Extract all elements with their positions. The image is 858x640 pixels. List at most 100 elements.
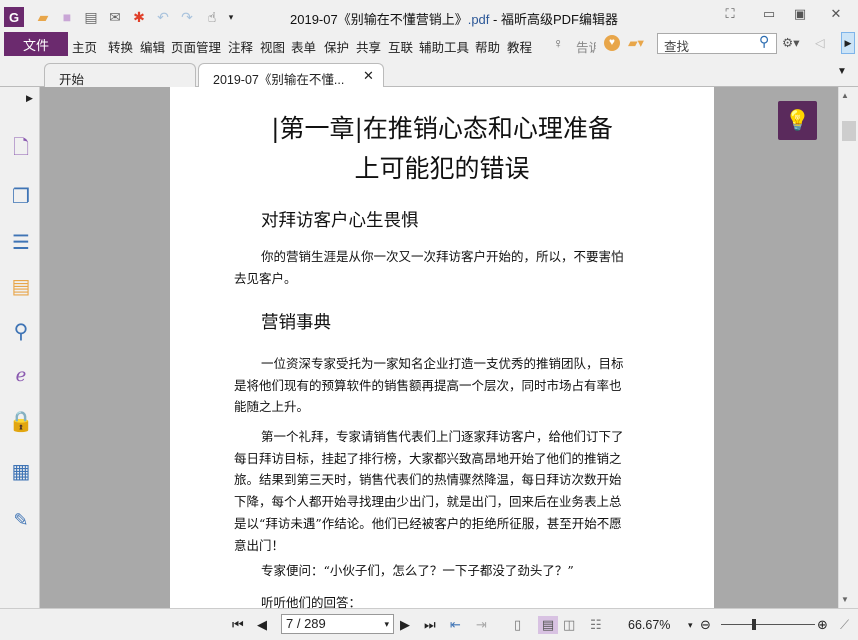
zoom-dropdown-icon[interactable]: ▾ [688,616,693,634]
tab-start[interactable]: 开始 [44,63,196,87]
section-heading: 对拜访客户心生畏惧 [261,211,419,231]
next-view-icon[interactable]: ⇥ [476,616,487,634]
zoom-level[interactable]: 66.67% [628,616,670,634]
restore-button[interactable]: ▣ [790,6,810,24]
menu-protect[interactable]: 保护 [324,37,349,56]
resize-grip-icon[interactable]: ⟋ [840,616,849,634]
zoom-out-icon[interactable]: ⊖ [700,616,711,634]
scrollbar-thumb[interactable] [842,121,856,141]
menu-view[interactable]: 视图 [260,37,285,56]
continuous-facing-icon[interactable]: ☷ [590,616,602,634]
window-title: 2019-07《别输在不懂营销上》.pdf - 福昕高级PDF编辑器 [290,9,618,28]
new-icon[interactable]: ✱ [130,8,148,26]
scroll-right-button[interactable]: ▶ [841,32,855,54]
facing-pages-icon[interactable]: ◫ [563,616,575,634]
vertical-scrollbar[interactable]: ▲ ▼ [838,87,858,608]
text-line: 你的营销生涯是从你一次又一次拜访客户开始的，所以，不要害怕 [261,249,624,264]
settings-icon[interactable]: ⚙▾ [782,35,799,50]
previous-page-icon[interactable]: ◀ [257,616,267,634]
title-filename: 2019-07《别输在不懂营销上》 [290,12,468,27]
chevron-down-icon[interactable]: ▾ [384,619,389,630]
section-heading: 营销事典 [261,313,331,333]
email-icon[interactable]: ✉ [106,8,124,26]
menu-accessibility[interactable]: 辅助工具 [419,37,469,56]
layers-icon[interactable]: ☰ [8,229,34,255]
paragraph-2: 一位资深专家受托为一家知名企业打造一支优秀的推销团队，目标 是将他们现有的预算软… [234,353,654,418]
menu-tutorial[interactable]: 教程 [507,37,532,56]
bookmark-icon[interactable]: 🗋 [8,137,34,163]
menu-edit[interactable]: 编辑 [140,37,165,56]
text-line: 第一个礼拜，专家请销售代表们上门逐家拜访客户，给他们订下了 [261,429,624,444]
text-line: 旅。结果到第三天时，销售代表们的热情骤然降温，每日拜访次数开始 [234,472,622,488]
comments-icon[interactable]: ▤ [8,273,34,299]
expand-panel-icon[interactable]: ▶ [26,93,33,104]
chapter-title-line2: 上可能犯的错误 [354,154,530,183]
text-line: 能随之上升。 [234,399,310,415]
text-line: 去见客户。 [234,270,297,286]
text-line: 听听他们的回答： [261,595,362,608]
text-line: 专家便问：“小伙子们，怎么了？一下子都没了劲头了？” [261,563,574,578]
paragraph-4: 专家便问：“小伙子们，怎么了？一下子都没了劲头了？” [234,560,654,582]
attachments-icon[interactable]: ⚲ [8,318,34,344]
app-logo-icon[interactable]: G [4,7,24,27]
lightbulb-icon[interactable]: ♀ [553,35,564,51]
text-line: 是将他们现有的预算软件的销售额再提高一个层次，同时市场占有率也 [234,377,622,393]
menu-convert[interactable]: 转换 [108,37,133,56]
signature-icon[interactable]: ℯ [8,362,34,388]
paragraph-5: 听听他们的回答： [234,592,654,608]
next-page-icon[interactable]: ▶ [400,616,410,634]
zoom-slider-thumb[interactable] [752,619,756,630]
scroll-up-icon[interactable]: ▲ [841,91,849,100]
text-line: 意出门！ [234,537,285,553]
file-menu-button[interactable]: 文件 [4,32,68,56]
single-page-icon[interactable]: ▯ [514,616,521,634]
menu-help[interactable]: 帮助 [475,37,500,56]
document-viewer[interactable]: |第一章|在推销心态和心理准备 上可能犯的错误 对拜访客户心生畏惧 你的营销生涯… [40,87,838,608]
form-fields-icon[interactable]: ▦ [8,458,34,484]
pdf-page: |第一章|在推销心态和心理准备 上可能犯的错误 对拜访客户心生畏惧 你的营销生涯… [170,87,714,608]
tell-me[interactable]: 告诉 [576,37,596,56]
continuous-page-icon[interactable]: ▤ [538,616,558,634]
lightbulb-icon: 💡 [785,110,810,132]
tips-button[interactable]: 💡 [778,101,817,140]
menu-page-manage[interactable]: 页面管理 [171,37,221,56]
previous-view-icon[interactable]: ⇤ [450,616,461,634]
print-icon[interactable]: ▤ [82,8,100,26]
title-ext: .pdf [467,12,490,27]
redo-icon[interactable]: ↷ [178,8,196,26]
menu-home[interactable]: 主页 [72,37,97,56]
tab-document-label: 2019-07《别输在不懂... [213,73,345,87]
minimize-button[interactable]: ▭ [759,6,779,24]
zoom-in-icon[interactable]: ⊕ [817,616,828,634]
pages-icon[interactable]: ❐ [8,183,34,209]
save-icon[interactable]: ■ [58,8,76,26]
menu-form[interactable]: 表单 [291,37,316,56]
first-page-icon[interactable]: ⏮ [232,616,244,634]
zoom-slider[interactable] [721,624,815,625]
open-folder-icon[interactable]: ▰ [34,8,52,26]
text-line: 一位资深专家受托为一家知名企业打造一支优秀的推销团队，目标 [261,356,624,371]
tab-document[interactable]: 2019-07《别输在不懂... [198,63,384,87]
certify-icon[interactable]: ✎ [8,507,34,533]
menu-connect[interactable]: 互联 [388,37,413,56]
hand-tool-icon[interactable]: ☝ [203,8,221,26]
undo-icon[interactable]: ↶ [154,8,172,26]
text-line: 下降，每个人都开始寻找理由少出门，就是出门，回来后在业务表上总 [234,494,622,510]
page-number-input[interactable]: 7 / 289 ▾ [281,614,394,634]
fullscreen-icon[interactable]: ⛶ [720,6,740,24]
text-line: 是以“拜访未遇”作结论。他们已经被客户的拒绝所征服，甚至开始不愿 [234,515,622,531]
last-page-icon[interactable]: ⏭ [424,616,436,634]
scroll-left-icon[interactable]: ◁ [815,35,825,50]
close-button[interactable]: ✕ [826,6,846,24]
chapter-title-line1: |第一章|在推销心态和心理准备 [271,114,613,143]
folder-search-icon[interactable]: ▰▾ [628,35,644,50]
search-icon[interactable]: ⚲ [759,33,769,50]
customize-icon[interactable]: ▾ [222,8,240,26]
close-tab-icon[interactable]: ✕ [363,68,374,84]
scroll-down-icon[interactable]: ▼ [841,595,849,604]
tab-list-icon[interactable]: ▼ [837,66,847,77]
security-icon[interactable]: 🔒 [8,408,34,434]
menu-share[interactable]: 共享 [356,37,381,56]
heart-icon[interactable]: ♥ [604,35,620,51]
menu-comment[interactable]: 注释 [228,37,253,56]
